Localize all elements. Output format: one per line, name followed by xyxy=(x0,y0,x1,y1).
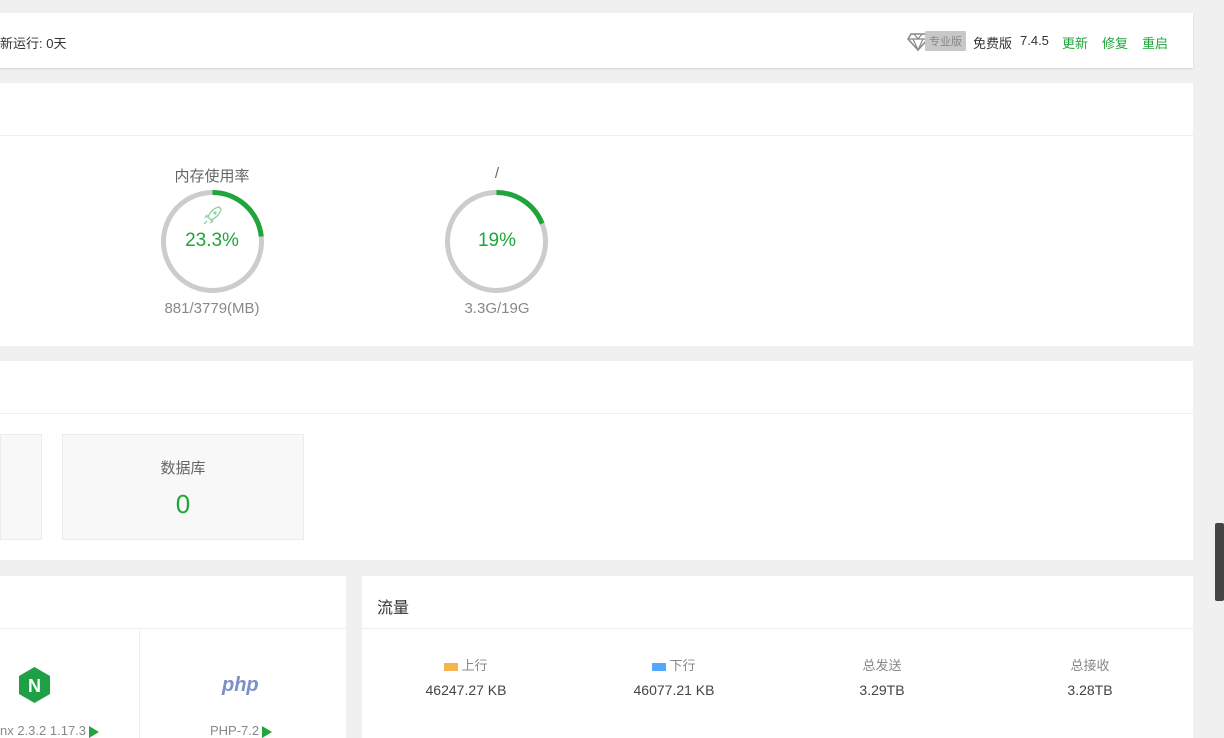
rocket-icon xyxy=(203,206,222,225)
upload-label: 上行 xyxy=(406,655,526,674)
version-text: 7.4.5 xyxy=(1020,33,1049,48)
restart-link[interactable]: 重启 xyxy=(1142,33,1168,52)
download-label: 下行 xyxy=(614,655,734,674)
scrollbar-thumb[interactable] xyxy=(1215,523,1224,601)
total-received-value: 3.28TB xyxy=(1067,682,1113,698)
nginx-label: nx 2.3.2 1.17.3 xyxy=(0,723,87,738)
play-icon[interactable] xyxy=(89,725,100,738)
overview-panel: 数据库 0 xyxy=(0,361,1193,560)
total-received-label: 总接收 xyxy=(1070,658,1110,673)
nginx-icon-letter: N xyxy=(28,676,41,696)
repair-link[interactable]: 修复 xyxy=(1102,33,1128,52)
software-col-divider xyxy=(139,629,140,738)
database-stat-count[interactable]: 0 xyxy=(63,489,303,520)
disk-gauge-title: / xyxy=(494,165,500,182)
top-bar: 新运行: 0天 专业版 免费版 7.4.5 更新 修复 重启 xyxy=(0,13,1193,68)
memory-gauge-value: 23.3% xyxy=(185,230,239,251)
disk-gauge-detail: 3.3G/19G xyxy=(464,300,530,317)
traffic-panel: 流量 上行 46247.27 KB 下行 46077.21 KB 总发送 3.2… xyxy=(362,576,1193,738)
update-link[interactable]: 更新 xyxy=(1062,33,1088,52)
database-stat-box[interactable]: 数据库 0 xyxy=(62,434,304,540)
traffic-divider xyxy=(362,628,1193,629)
edition-text: 免费版 xyxy=(973,36,1013,51)
php-icon[interactable]: php xyxy=(222,674,259,697)
pro-badge[interactable]: 专业版 xyxy=(907,30,966,52)
software-panel: N nx 2.3.2 1.17.3 php PHP-7.2 xyxy=(0,576,346,738)
download-value: 46077.21 KB xyxy=(633,682,715,698)
download-swatch xyxy=(652,662,667,671)
status-divider xyxy=(0,135,1193,136)
stat-box-partial[interactable] xyxy=(0,434,42,540)
uptime-text: 新运行: 0天 xyxy=(0,36,67,51)
php-label: PHP-7.2 xyxy=(210,723,260,738)
software-divider xyxy=(0,628,346,629)
database-stat-title: 数据库 xyxy=(160,460,206,477)
upload-value: 46247.27 KB xyxy=(425,682,507,698)
play-icon[interactable] xyxy=(262,725,273,738)
nginx-item[interactable]: nx 2.3.2 1.17.3 xyxy=(0,723,100,738)
upload-swatch xyxy=(444,662,459,671)
page-scrollbar[interactable] xyxy=(1212,0,1224,738)
pro-label: 专业版 xyxy=(925,31,966,51)
nginx-icon[interactable]: N xyxy=(17,666,52,704)
overview-divider xyxy=(0,413,1193,414)
total-sent-label: 总发送 xyxy=(862,658,902,673)
disk-gauge-value: 19% xyxy=(477,230,517,251)
memory-gauge-detail: 881/3779(MB) xyxy=(164,300,260,317)
php-item[interactable]: PHP-7.2 xyxy=(210,723,273,738)
memory-gauge-title: 内存使用率 xyxy=(174,168,250,185)
total-sent-value: 3.29TB xyxy=(859,682,905,698)
status-panel: 内存使用率 23.3% 881/3779(MB) / 19% 3.3G/19G xyxy=(0,83,1193,346)
traffic-title: 流量 xyxy=(377,600,410,617)
